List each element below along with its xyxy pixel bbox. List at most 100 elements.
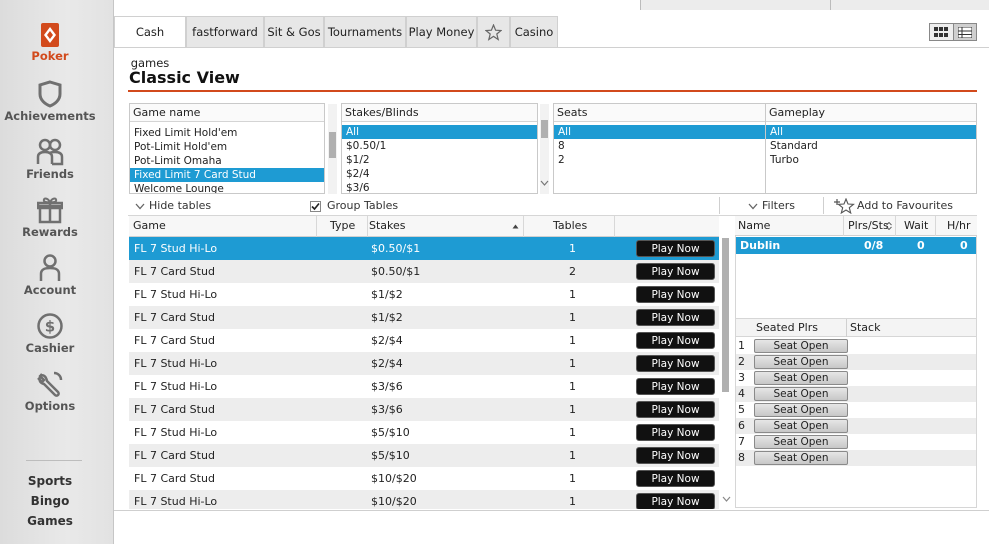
- games-table-scrollbar[interactable]: [721, 236, 731, 510]
- seat-open-button[interactable]: Seat Open: [754, 419, 848, 433]
- column-header-tables[interactable]: Tables: [553, 216, 587, 236]
- sidebar-item-options[interactable]: Options: [0, 370, 100, 413]
- stakes-option[interactable]: $1/2: [342, 153, 537, 167]
- add-to-favourites-label: Add to Favourites: [857, 199, 953, 212]
- table-row-selected[interactable]: FL 7 Stud Hi-Lo $0.50/$1 1 Play Now: [129, 237, 719, 260]
- tables-cell: 1: [569, 288, 576, 301]
- sports-link[interactable]: Sports: [0, 474, 100, 488]
- play-now-button[interactable]: Play Now: [636, 493, 715, 509]
- seat-row: 2 Seat Open: [736, 354, 976, 370]
- seat-row: 1 Seat Open: [736, 338, 976, 354]
- column-header-hands-per-hour[interactable]: H/hr: [947, 216, 970, 236]
- tab-cash-games[interactable]: Cash games: [114, 16, 186, 70]
- game-cell: FL 7 Stud Hi-Lo: [134, 288, 218, 301]
- seats-option-selected[interactable]: All: [554, 125, 765, 139]
- seat-open-button[interactable]: Seat Open: [754, 339, 848, 353]
- poker-diamond-icon: [41, 23, 59, 47]
- game-name-option[interactable]: Pot-Limit Omaha: [130, 154, 324, 168]
- sidebar-item-friends[interactable]: Friends: [0, 138, 100, 181]
- play-now-button[interactable]: Play Now: [636, 401, 715, 418]
- gameplay-option-selected[interactable]: All: [766, 125, 976, 139]
- seat-open-button[interactable]: Seat Open: [754, 435, 848, 449]
- list-view-button[interactable]: [953, 24, 976, 40]
- play-now-button[interactable]: Play Now: [636, 263, 715, 280]
- play-now-button[interactable]: Play Now: [636, 332, 715, 349]
- sidebar-item-achievements[interactable]: Achievements: [0, 80, 100, 123]
- gameplay-option[interactable]: Standard: [766, 139, 976, 153]
- seat-number: 1: [738, 339, 745, 352]
- seat-open-button[interactable]: Seat Open: [754, 451, 848, 465]
- shield-icon: [38, 80, 62, 108]
- game-name-option[interactable]: Welcome Lounge: [130, 182, 324, 193]
- game-cell: FL 7 Card Stud: [134, 403, 215, 416]
- table-row[interactable]: FL 7 Stud Hi-Lo $2/$4 1 Play Now: [129, 352, 719, 375]
- table-row[interactable]: FL 7 Card Stud $0.50/$1 2 Play Now: [129, 260, 719, 283]
- play-now-button[interactable]: Play Now: [636, 378, 715, 395]
- lobby-toolbar: Hide tables Group Tables Filters Add to …: [128, 195, 977, 216]
- tab-favourites[interactable]: [477, 16, 510, 47]
- game-name-option-selected[interactable]: Fixed Limit 7 Card Stud: [130, 168, 324, 182]
- tab-sit-and-gos[interactable]: Sit & Gos: [264, 16, 324, 47]
- game-type-tabs: Cash games fastforward Sit & Gos Tournam…: [114, 16, 989, 70]
- column-header-type[interactable]: Type: [330, 216, 355, 236]
- seat-number: 3: [738, 371, 745, 384]
- tab-fastforward[interactable]: fastforward: [186, 16, 264, 47]
- table-row[interactable]: FL 7 Card Stud $5/$10 1 Play Now: [129, 444, 719, 467]
- column-header-name[interactable]: Name: [738, 216, 770, 236]
- seats-option[interactable]: 2: [554, 153, 765, 167]
- sidebar-item-label: Poker: [31, 49, 69, 63]
- tab-play-money[interactable]: Play Money: [406, 16, 477, 47]
- play-now-button[interactable]: Play Now: [636, 309, 715, 326]
- stakes-option[interactable]: $3/6: [342, 181, 537, 193]
- table-row[interactable]: FL 7 Stud Hi-Lo $10/$20 1 Play Now: [129, 490, 719, 509]
- play-now-button[interactable]: Play Now: [636, 447, 715, 464]
- game-name-option[interactable]: Fixed Limit Hold'em: [130, 126, 324, 140]
- sidebar-item-cashier[interactable]: $ Cashier: [0, 312, 100, 355]
- play-now-button[interactable]: Play Now: [636, 286, 715, 303]
- gameplay-option[interactable]: Turbo: [766, 153, 976, 167]
- column-header-wait[interactable]: Wait: [904, 216, 928, 236]
- sidebar-item-poker[interactable]: Poker: [0, 22, 100, 63]
- game-cell: FL 7 Stud Hi-Lo: [134, 242, 218, 255]
- seats-option[interactable]: 8: [554, 139, 765, 153]
- column-header-stakes[interactable]: Stakes: [369, 216, 406, 236]
- tab-tournaments[interactable]: Tournaments: [324, 16, 406, 47]
- games-link[interactable]: Games: [0, 514, 100, 528]
- table-row[interactable]: FL 7 Stud Hi-Lo $5/$10 1 Play Now: [129, 421, 719, 444]
- grid-view-button[interactable]: [930, 24, 954, 40]
- seat-number: 4: [738, 387, 745, 400]
- filters-toggle[interactable]: Filters: [748, 195, 795, 216]
- game-name-option[interactable]: Pot-Limit Hold'em: [130, 140, 324, 154]
- stakes-cell: $3/$6: [371, 403, 403, 416]
- play-now-button[interactable]: Play Now: [636, 424, 715, 441]
- seat-open-button[interactable]: Seat Open: [754, 371, 848, 385]
- sidebar-item-rewards[interactable]: Rewards: [0, 196, 100, 239]
- group-tables-checkbox[interactable]: Group Tables: [310, 195, 398, 216]
- hide-tables-toggle[interactable]: Hide tables: [135, 195, 211, 216]
- table-row[interactable]: FL 7 Card Stud $1/$2 1 Play Now: [129, 306, 719, 329]
- column-header-game[interactable]: Game: [133, 216, 166, 236]
- stakes-option[interactable]: $0.50/1: [342, 139, 537, 153]
- table-list-row-selected[interactable]: Dublin 0/8 0 0: [736, 237, 976, 254]
- seat-open-button[interactable]: Seat Open: [754, 403, 848, 417]
- tab-casino[interactable]: Casino: [510, 16, 558, 47]
- table-row[interactable]: FL 7 Card Stud $2/$4 1 Play Now: [129, 329, 719, 352]
- bingo-link[interactable]: Bingo: [0, 494, 100, 508]
- seat-open-button[interactable]: Seat Open: [754, 387, 848, 401]
- stakes-cell: $0.50/$1: [371, 265, 421, 278]
- table-row[interactable]: FL 7 Stud Hi-Lo $1/$2 1 Play Now: [129, 283, 719, 306]
- game-name-scrollbar[interactable]: [328, 104, 337, 194]
- add-to-favourites-button[interactable]: Add to Favourites: [833, 195, 953, 216]
- play-now-button[interactable]: Play Now: [636, 470, 715, 487]
- sidebar-item-account[interactable]: Account: [0, 254, 100, 297]
- table-row[interactable]: FL 7 Card Stud $10/$20 1 Play Now: [129, 467, 719, 490]
- column-header-players-seats[interactable]: Plrs/Sts: [848, 216, 889, 236]
- table-row[interactable]: FL 7 Stud Hi-Lo $3/$6 1 Play Now: [129, 375, 719, 398]
- play-now-button[interactable]: Play Now: [636, 355, 715, 372]
- play-now-button[interactable]: Play Now: [636, 240, 715, 257]
- seat-open-button[interactable]: Seat Open: [754, 355, 848, 369]
- stakes-option-selected[interactable]: All: [342, 125, 537, 139]
- table-row[interactable]: FL 7 Card Stud $3/$6 1 Play Now: [129, 398, 719, 421]
- stakes-option[interactable]: $2/4: [342, 167, 537, 181]
- stakes-scrollbar[interactable]: [540, 104, 549, 194]
